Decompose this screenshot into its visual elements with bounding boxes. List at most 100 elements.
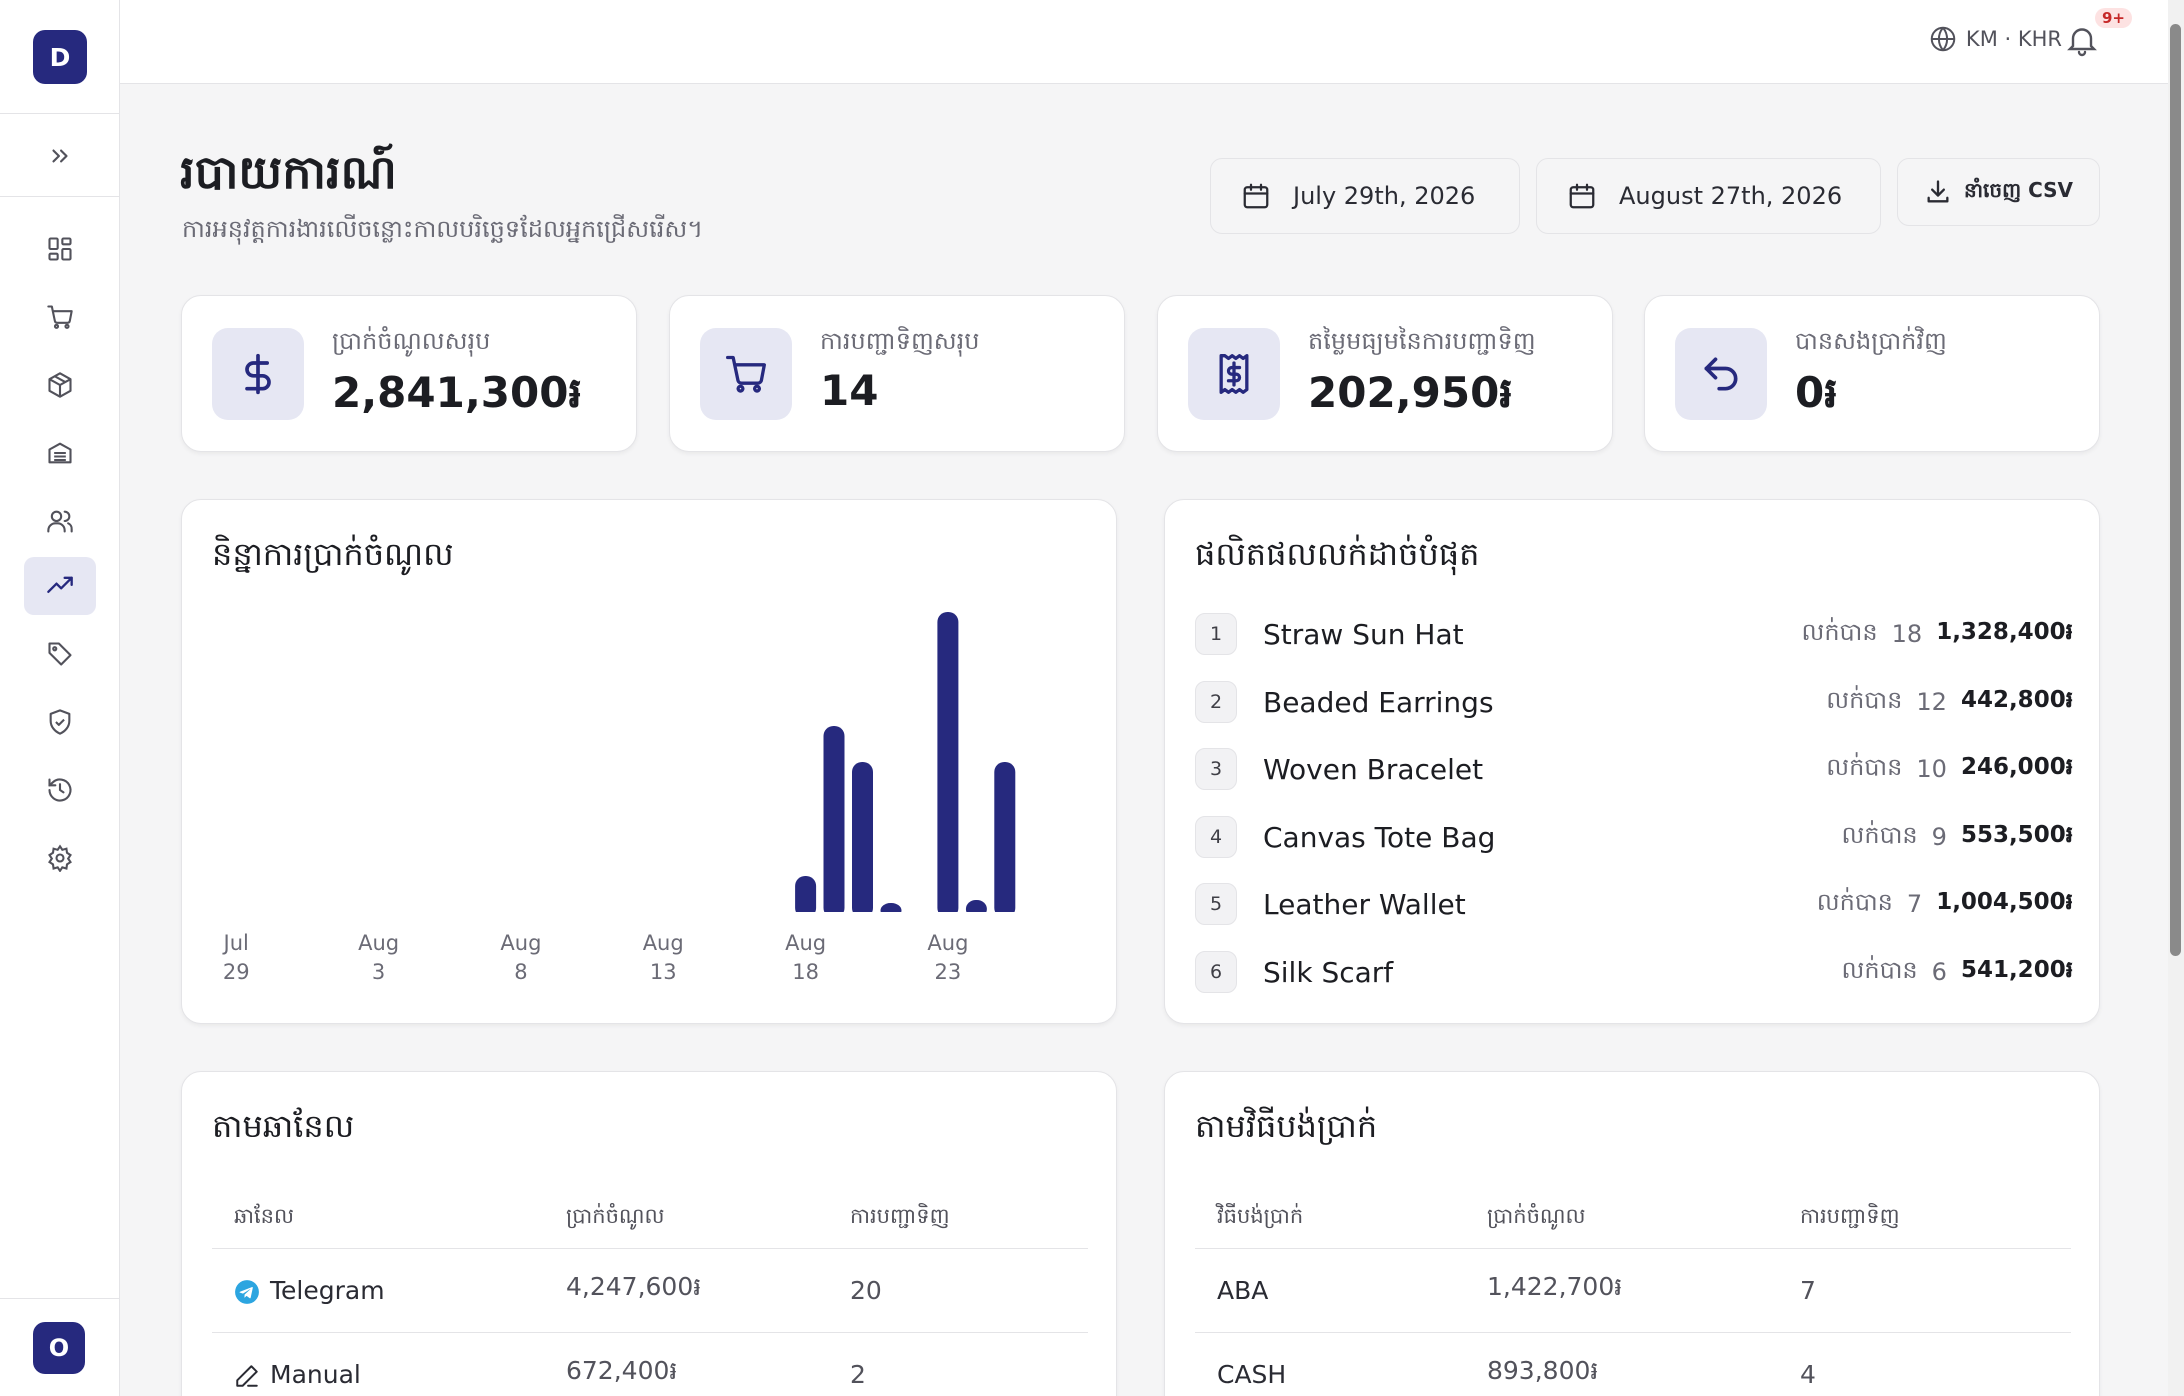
x-tick-label: 23 [935,960,962,984]
user-avatar[interactable]: O [33,1322,85,1374]
export-csv-label: នាំចេញ CSV [1963,178,2074,202]
customers-icon [47,510,73,533]
x-tick-label: Aug [643,931,684,955]
notifications-button[interactable] [2064,22,2100,58]
date-from-picker[interactable]: July 29th, 2026 [1210,158,1520,234]
app-logo[interactable]: D [33,30,87,84]
topbar: KM · KHR 9+ [120,0,2184,84]
chart-bar[interactable] [937,612,959,918]
product-revenue: 553,500៛ [1960,821,2073,848]
sold-prefix: លក់បាន [1841,955,1918,984]
sidebar-item-history[interactable] [24,761,96,819]
sidebar-item-settings[interactable] [24,829,96,887]
sidebar-divider [0,113,120,114]
by-channel-title: តាមឆានែល [212,1107,355,1145]
stat-value: 0៛ [1795,368,1838,417]
stat-label: បានសងប្រាក់វិញ [1795,327,1947,355]
list-item[interactable]: 6 Silk Scarf លក់បាន 6 541,200៛ [1195,948,2073,996]
stat-card-avg-order-value: តម្លៃមធ្យមនៃការបញ្ជាទិញ 202,950៛ [1157,295,1613,452]
dashboard-icon [48,237,72,261]
channel-name: Telegram [270,1275,385,1305]
table-header-row: វិធីបង់ប្រាក់ ប្រាក់ចំណូល ការបញ្ជាទិញ [1195,1190,2071,1249]
product-revenue: 442,800៛ [1960,686,2073,713]
payment-method-cell: ABA [1195,1248,1465,1333]
date-to-picker[interactable]: August 27th, 2026 [1536,158,1881,234]
language-currency-switcher[interactable]: KM · KHR [1928,24,2062,54]
column-header-revenue[interactable]: ប្រាក់ចំណូល [1465,1190,1778,1249]
chart-bar[interactable] [852,762,873,918]
column-header-channel[interactable]: ឆានែល [212,1190,544,1249]
chart-bar[interactable] [795,876,817,918]
column-header-payment-method[interactable]: វិធីបង់ប្រាក់ [1195,1190,1465,1249]
revenue-cell: 4,247,600៛ [544,1248,828,1333]
product-revenue: 1,328,400៛ [1936,618,2073,645]
sidebar-item-reports[interactable] [24,557,96,615]
list-item[interactable]: 3 Woven Bracelet លក់បាន 10 246,000៛ [1195,745,2073,793]
globe-icon [1930,26,1956,52]
sold-prefix: លក់បាន [1801,617,1878,646]
sold-prefix: លក់បាន [1816,887,1893,916]
stat-value: 2,841,300៛ [332,368,582,417]
chart-baseline-mask [212,912,1088,922]
date-to-label: August 27th, 2026 [1619,182,1843,210]
tag-icon [48,642,72,666]
sidebar-item-orders[interactable] [24,288,96,346]
sidebar-item-customers[interactable] [24,492,96,550]
package-icon [48,372,72,398]
chevrons-right-icon [52,149,68,163]
payment-method-cell: CASH [1195,1332,1465,1396]
column-header-orders[interactable]: ការបញ្ជាទិញ [828,1190,1088,1249]
list-item[interactable]: 1 Straw Sun Hat លក់បាន 18 1,328,400៛ [1195,610,2073,658]
sidebar-item-inventory[interactable] [24,424,96,482]
history-icon [48,778,72,802]
sold-count: 6 [1931,958,1947,986]
table-row[interactable]: CASH 893,800៛ 4 [1195,1332,2071,1396]
table-row[interactable]: Manual 672,400៛ 2 [212,1332,1088,1396]
orders-cell: 2 [828,1332,1088,1396]
sidebar-item-promotions[interactable] [24,625,96,683]
stat-icon-wrap [1675,328,1767,420]
sidebar-item-products[interactable] [24,356,96,414]
table-row[interactable]: ABA 1,422,700៛ 7 [1195,1248,2071,1333]
page-scrollbar[interactable] [2168,0,2184,1396]
scrollbar-thumb[interactable] [2170,24,2181,956]
column-header-orders[interactable]: ការបញ្ជាទិញ [1778,1190,2071,1249]
export-csv-button[interactable]: នាំចេញ CSV [1897,158,2100,226]
orders-cell: 7 [1778,1248,2071,1333]
calendar-icon [1569,183,1595,209]
by-payment-title: តាមវិធីបង់ប្រាក់ [1195,1107,1378,1145]
product-name: Canvas Tote Bag [1263,820,1496,854]
revenue-trend-card: និន្នាការប្រាក់ចំណូល Jul 29 Aug 3 Aug 8 Aug 13 A… [181,499,1117,1024]
stat-icon-wrap [1188,328,1280,420]
expand-sidebar-button[interactable] [36,136,84,176]
x-tick-label: Aug [927,931,968,955]
table-row[interactable]: Telegram 4,247,600៛ 20 [212,1248,1088,1333]
sold-count: 10 [1916,755,1947,783]
stat-value: 14 [820,366,879,415]
stat-label: ការបញ្ជាទិញសរុប [820,327,980,355]
sidebar-item-security[interactable] [24,693,96,751]
list-item[interactable]: 4 Canvas Tote Bag លក់បាន 9 553,500៛ [1195,813,2073,861]
settings-icon [48,844,72,872]
product-name: Woven Bracelet [1263,752,1484,786]
list-item[interactable]: 2 Beaded Earrings លក់បាន 12 442,800៛ [1195,678,2073,726]
inventory-icon [48,442,72,464]
chart-bar[interactable] [823,726,845,918]
list-item[interactable]: 5 Leather Wallet លក់បាន 7 1,004,500៛ [1195,880,2073,928]
sold-count: 7 [1906,890,1923,918]
bell-icon [2067,28,2097,57]
rank-badge: 1 [1195,613,1237,655]
stat-card-total-orders: ការបញ្ជាទិញសរុប 14 [669,295,1125,452]
calendar-icon [1243,183,1269,209]
stat-icon-wrap [212,328,304,420]
chart-bar[interactable] [994,762,1016,918]
orders-cell: 4 [1778,1332,2071,1396]
x-tick-label: 18 [792,960,819,984]
receipt-icon [1219,354,1249,394]
column-header-revenue[interactable]: ប្រាក់ចំណូល [544,1190,828,1249]
revenue-cell: 672,400៛ [544,1332,828,1396]
product-name: Leather Wallet [1263,887,1466,921]
sold-count: 18 [1891,620,1923,648]
sidebar-item-dashboard[interactable] [24,220,96,278]
stat-card-total-revenue: ប្រាក់ចំណូលសរុប 2,841,300៛ [181,295,637,452]
